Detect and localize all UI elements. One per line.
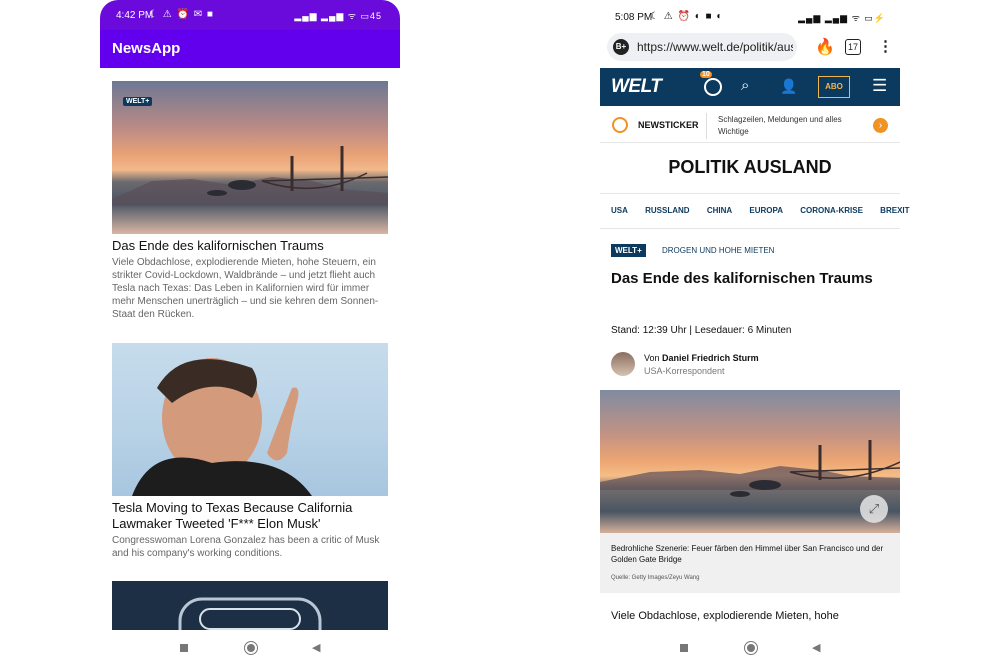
author-prefix: Von	[644, 353, 660, 363]
news-title: Tesla Moving to Texas Because California…	[112, 500, 353, 531]
nav-item-corona-krise[interactable]: CORONA-KRISE	[800, 206, 863, 215]
status-time: 4:42 PM	[116, 10, 154, 21]
battery-level: 45	[369, 11, 382, 21]
signal-wifi-battery-icons: ▂▄▆ ▂▄▆ ᯤ ▭45	[294, 11, 382, 21]
welt-plus-badge: WELT+	[611, 244, 646, 257]
article-image-golden-gate-sunset[interactable]: ⤢	[600, 390, 900, 533]
nav-item-brexit[interactable]: BREXIT	[880, 206, 909, 215]
abo-button[interactable]: ABO	[818, 76, 850, 98]
nav-item-europa[interactable]: EUROPA	[749, 206, 783, 215]
newsticker-label: NEWSTICKER	[638, 120, 699, 130]
recents-button[interactable]	[680, 644, 688, 652]
recents-button[interactable]	[180, 644, 188, 652]
caption-text: Bedrohliche Szenerie: Feuer färben den H…	[611, 544, 884, 564]
person-portrait-icon	[132, 358, 312, 496]
device-outline-icon	[178, 597, 322, 630]
bridge-silhouette-icon	[600, 440, 900, 497]
divider	[600, 193, 900, 194]
news-card[interactable]: WELT+ Das Ende des kalifornischen Traums…	[112, 81, 388, 321]
nav-item-usa[interactable]: USA	[611, 206, 628, 215]
divider	[600, 228, 900, 229]
fire-icon[interactable]: 🔥	[815, 37, 835, 57]
chevron-right-icon[interactable]: ›	[873, 118, 888, 133]
article-lead-text: Viele Obdachlose, explodierende Mieten, …	[611, 610, 839, 622]
more-menu-icon[interactable]: ⋮	[878, 37, 893, 55]
news-image-device	[112, 581, 388, 630]
back-button[interactable]: ◀	[812, 641, 820, 654]
system-nav-bar: ◀	[100, 630, 400, 667]
caption-source: Quelle: Getty Images/Zeyu Wang	[611, 575, 700, 581]
right-phone-screen: 5:08 PM ☾ ⚠ ⏰ ◐ ■ ◐ ▂▄▆ ▂▄▆ ᯤ ▭⚡ B+ http…	[600, 0, 910, 667]
history-count-badge: 10	[700, 71, 712, 78]
section-title: POLITIK AUSLAND	[668, 157, 832, 177]
search-icon[interactable]: ⌕	[741, 77, 749, 94]
bridge-silhouette-icon	[112, 146, 388, 206]
welt-logo[interactable]: WELT	[611, 76, 662, 98]
nav-item-russland[interactable]: RUSSLAND	[645, 206, 689, 215]
author-role: USA-Korrespondent	[644, 366, 725, 376]
author-name: Daniel Friedrich Sturm	[662, 353, 759, 363]
status-bar: 4:42 PM ☾ ⚠ ⏰ ✉ ■ ▂▄▆ ▂▄▆ ᯤ ▭45	[100, 0, 400, 30]
status-bar: 5:08 PM ☾ ⚠ ⏰ ◐ ■ ◐ ▂▄▆ ▂▄▆ ᯤ ▭⚡	[600, 0, 900, 32]
hamburger-menu-icon[interactable]: ☰	[872, 76, 887, 96]
nav-item-china[interactable]: CHINA	[707, 206, 732, 215]
author-avatar[interactable]	[611, 352, 635, 376]
status-time: 5:08 PM	[615, 12, 653, 23]
news-description: Viele Obdachlose, explodierende Mieten, …	[112, 257, 379, 320]
expand-icon[interactable]: ⤢	[860, 495, 888, 523]
newsticker-bar[interactable]: NEWSTICKER Schlagzeilen, Meldungen und a…	[600, 110, 900, 143]
system-nav-bar: ◀	[600, 630, 900, 667]
news-image-elon-musk	[112, 343, 388, 496]
image-caption: Bedrohliche Szenerie: Feuer färben den H…	[600, 533, 900, 593]
news-card[interactable]: Tesla Moving to Texas Because California…	[112, 343, 388, 560]
article-kicker: DROGEN UND HOHE MIETEN	[662, 246, 775, 255]
section-nav: USA RUSSLAND CHINA EUROPA CORONA-KRISE B…	[611, 206, 911, 215]
tabs-count-button[interactable]: 17	[845, 39, 861, 55]
url-text[interactable]: https://www.welt.de/politik/ausland	[637, 40, 793, 54]
article-headline: Das Ende des kalifornischen Traums	[611, 270, 873, 287]
account-icon[interactable]: 👤	[780, 78, 797, 95]
site-security-icon[interactable]: B+	[613, 39, 629, 55]
article-meta: Stand: 12:39 Uhr | Lesedauer: 6 Minuten	[611, 325, 792, 336]
site-header: WELT 10 ⌕ 👤 ABO ☰	[600, 68, 900, 106]
author-byline[interactable]: Von Daniel Friedrich Sturm	[644, 353, 759, 363]
news-title: Das Ende des kalifornischen Traums	[112, 238, 324, 253]
app-bar: NewsApp	[100, 30, 400, 68]
divider	[706, 113, 707, 139]
news-description: Congresswoman Lorena Gonzalez has been a…	[112, 535, 380, 559]
app-title: NewsApp	[112, 40, 181, 57]
history-icon[interactable]: 10	[700, 71, 722, 96]
address-bar[interactable]: B+ https://www.welt.de/politik/ausland	[607, 33, 797, 61]
left-phone-screen: 4:42 PM ☾ ⚠ ⏰ ✉ ■ ▂▄▆ ▂▄▆ ᯤ ▭45 NewsApp …	[100, 0, 400, 667]
home-button[interactable]	[744, 641, 758, 655]
news-image-golden-gate-sunset: WELT+	[112, 81, 388, 234]
home-button[interactable]	[244, 641, 258, 655]
newsticker-text: Schlagzeilen, Meldungen und alles Wichti…	[718, 115, 842, 136]
signal-wifi-battery-icons: ▂▄▆ ▂▄▆ ᯤ ▭⚡	[798, 13, 886, 23]
notification-icons: ☾ ⚠ ⏰ ✉ ■	[149, 9, 214, 20]
clock-icon	[612, 117, 628, 133]
news-card[interactable]	[112, 581, 388, 630]
back-button[interactable]: ◀	[312, 641, 320, 654]
notification-icons: ☾ ⚠ ⏰ ◐ ■ ◐	[650, 11, 724, 22]
